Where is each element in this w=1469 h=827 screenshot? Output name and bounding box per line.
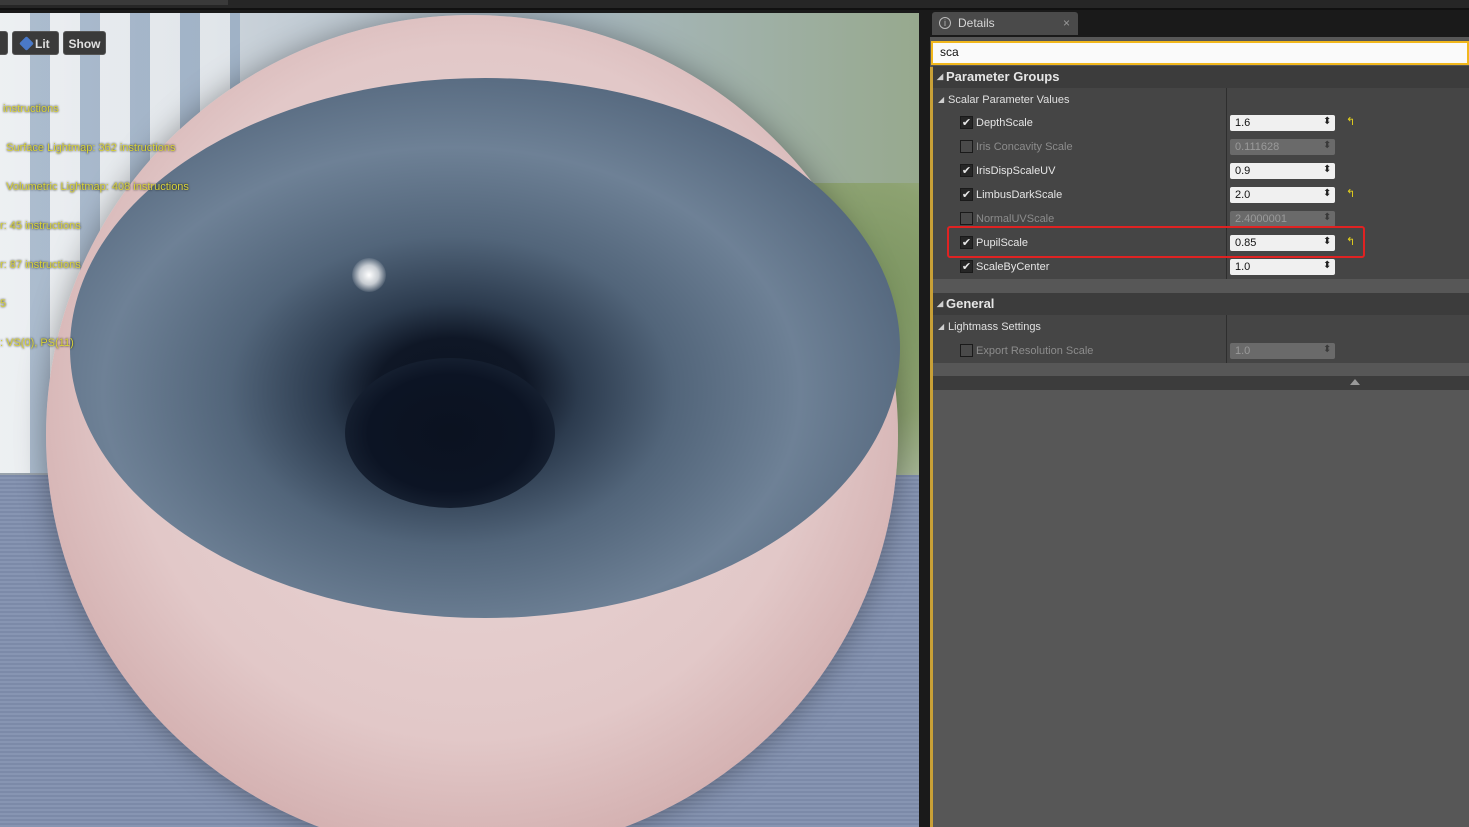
close-icon[interactable]: × — [1063, 12, 1070, 35]
override-checkbox[interactable]: ✔ — [960, 164, 973, 177]
param-value: 2.0 — [1235, 189, 1251, 201]
param-name: ScaleByCenter — [976, 261, 1050, 273]
details-search-input[interactable]: sca — [931, 41, 1469, 65]
param-value-input[interactable]: 0.111628 ⬍ — [1230, 139, 1335, 155]
lit-label: Lit — [35, 37, 50, 51]
section-separator — [933, 279, 1469, 285]
param-value: 1.0 — [1235, 261, 1251, 273]
override-checkbox[interactable] — [960, 212, 973, 225]
spin-arrows-icon[interactable]: ⬍ — [1323, 117, 1331, 127]
param-value-input[interactable]: 1.0 ⬍ — [1230, 259, 1335, 275]
show-label: Show — [68, 37, 101, 51]
param-value-input[interactable]: 1.0 ⬍ — [1230, 343, 1335, 359]
param-value-input[interactable]: 0.9 ⬍ — [1230, 163, 1335, 179]
details-resize-bar[interactable] — [933, 376, 1469, 390]
subcategory-label: Lightmass Settings — [948, 321, 1041, 333]
spin-arrows-icon[interactable]: ⬍ — [1323, 213, 1331, 223]
subcategory-label: Scalar Parameter Values — [948, 94, 1070, 106]
subcategory-scalar-parameter-values[interactable]: ◢ Scalar Parameter Values — [933, 88, 1469, 112]
collapse-arrow-icon[interactable]: ◢ — [937, 293, 943, 315]
collapse-arrow-icon[interactable]: ◢ — [938, 315, 944, 339]
param-value: 0.111628 — [1235, 141, 1280, 153]
details-tab-bar: i Details × — [930, 10, 1469, 37]
stats-line: instructions — [0, 103, 59, 115]
param-value-input[interactable]: 2.0 ⬍ — [1230, 187, 1335, 203]
subcategory-lightmass-settings[interactable]: ◢ Lightmass Settings — [933, 315, 1469, 339]
top-bar — [0, 0, 1469, 10]
toolbar-strip — [0, 0, 228, 5]
eye-iris — [70, 78, 900, 618]
cube-icon — [19, 36, 34, 51]
collapse-up-icon[interactable] — [1350, 379, 1360, 385]
param-name: Iris Concavity Scale — [976, 141, 1073, 153]
category-general[interactable]: ◢ General — [933, 293, 1469, 315]
annotation-highlight-box — [947, 226, 1365, 258]
override-checkbox[interactable] — [960, 344, 973, 357]
spin-arrows-icon[interactable]: ⬍ — [1323, 141, 1331, 151]
collapse-arrow-icon[interactable]: ◢ — [937, 66, 943, 88]
show-flags-button[interactable]: Show — [63, 31, 106, 55]
stats-line: Volumetric Lightmap: 408 instructions — [0, 181, 189, 193]
override-checkbox[interactable]: ✔ — [960, 260, 973, 273]
tab-details-label: Details — [958, 16, 995, 30]
shader-stats-overlay: instructions Surface Lightmap: 362 instr… — [0, 77, 189, 376]
param-row-export-resolution-scale: Export Resolution Scale 1.0 ⬍ — [933, 339, 1469, 363]
override-checkbox[interactable]: ✔ — [960, 116, 973, 129]
view-mode-lit-button[interactable]: Lit — [12, 31, 59, 55]
param-row-iris-concavity-scale: Iris Concavity Scale 0.111628 ⬍ — [933, 135, 1469, 159]
param-row-scalebycenter: ✔ ScaleByCenter 1.0 ⬍ — [933, 255, 1469, 279]
param-value: 1.6 — [1235, 117, 1251, 129]
info-icon: i — [939, 17, 951, 29]
param-name: DepthScale — [976, 117, 1033, 129]
stats-line: r: 87 instructions — [0, 259, 81, 271]
category-label: Parameter Groups — [946, 69, 1060, 84]
stats-line: Surface Lightmap: 362 instructions — [0, 142, 176, 154]
spin-arrows-icon[interactable]: ⬍ — [1323, 261, 1331, 271]
param-name: LimbusDarkScale — [976, 189, 1063, 201]
stats-line: 5 — [0, 298, 7, 310]
spin-arrows-icon[interactable]: ⬍ — [1323, 165, 1331, 175]
spin-arrows-icon[interactable]: ⬍ — [1323, 345, 1331, 355]
material-preview-viewport[interactable]: Lit Show instructions Surface Lightmap: … — [0, 13, 919, 827]
param-value: 2.4000001 — [1235, 213, 1287, 225]
category-label: General — [946, 296, 995, 311]
param-value-input[interactable]: 2.4000001 ⬍ — [1230, 211, 1335, 227]
stats-line: r: 45 instructions — [0, 220, 81, 232]
viewport-options-button[interactable] — [0, 31, 8, 55]
name-column: ◢ Lightmass Settings — [933, 315, 1227, 339]
details-panel: i Details × sca ◢ Parameter Groups ◢ Sca… — [930, 10, 1469, 827]
name-column: ◢ Scalar Parameter Values — [933, 88, 1227, 112]
eye-pupil — [345, 358, 555, 508]
tab-details[interactable]: i Details × — [932, 12, 1078, 35]
category-parameter-groups[interactable]: ◢ Parameter Groups — [933, 66, 1469, 88]
param-row-depthscale: ✔ DepthScale 1.6 ⬍ ↰ — [933, 111, 1469, 135]
param-value: 1.0 — [1235, 345, 1251, 357]
reset-to-default-icon[interactable]: ↰ — [1346, 188, 1355, 200]
override-checkbox[interactable]: ✔ — [960, 188, 973, 201]
param-row-limbusdarkscale: ✔ LimbusDarkScale 2.0 ⬍ ↰ — [933, 183, 1469, 207]
param-name: IrisDispScaleUV — [976, 165, 1056, 177]
spin-arrows-icon[interactable]: ⬍ — [1323, 189, 1331, 199]
reset-to-default-icon[interactable]: ↰ — [1346, 116, 1355, 128]
param-row-irisdispscaleuv: ✔ IrisDispScaleUV 0.9 ⬍ — [933, 159, 1469, 183]
panel-splitter[interactable] — [919, 13, 930, 827]
param-name: Export Resolution Scale — [976, 345, 1094, 357]
param-value-input[interactable]: 1.6 ⬍ — [1230, 115, 1335, 131]
param-value: 0.9 — [1235, 165, 1251, 177]
override-checkbox[interactable] — [960, 140, 973, 153]
stats-line: : VS(0), PS(11) — [0, 337, 74, 349]
specular-highlight — [352, 258, 386, 292]
collapse-arrow-icon[interactable]: ◢ — [938, 88, 944, 112]
